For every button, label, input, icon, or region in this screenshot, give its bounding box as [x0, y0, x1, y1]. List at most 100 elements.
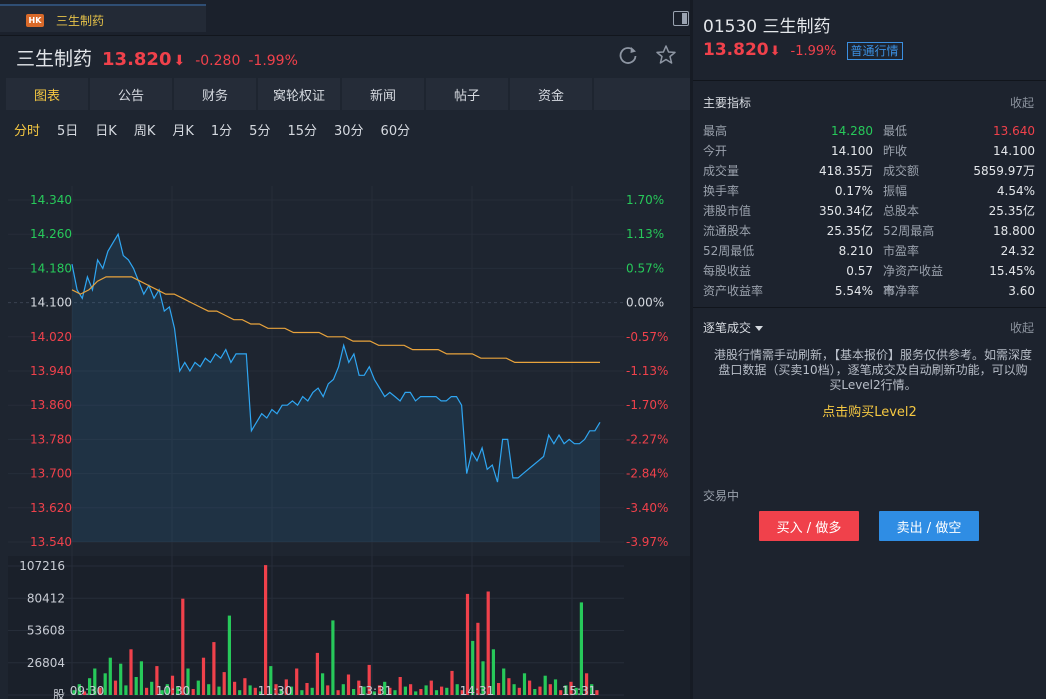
volume-tick-label: 80412 [27, 591, 65, 605]
time-tick-label: 11:30 [258, 684, 293, 698]
volume-bar [440, 686, 444, 695]
buy-level2-link[interactable]: 点击购买Level2 [693, 401, 1046, 420]
price-tick-label: 13.700 [30, 467, 72, 481]
nav-posts[interactable]: 帖子 [426, 78, 508, 110]
metric-value: 8.210 [838, 244, 873, 258]
divider [693, 80, 1046, 81]
quote-side-panel: 01530 三生制药 13.820 ⬇ -1.99% 普通行情 主要指标 收起 … [693, 0, 1046, 699]
metric-value: 350.34亿 [819, 204, 873, 218]
volume-bar [227, 615, 231, 695]
metric-value: 14.280 [831, 124, 873, 138]
metric-label: 总股本 [883, 204, 920, 218]
period-daily[interactable]: 日K [95, 120, 117, 139]
metric-row: 成交量 418.35万 成交额 5859.97万 [703, 161, 1035, 181]
buy-long-button[interactable]: 买入 / 做多 [759, 511, 859, 541]
side-down-arrow-icon: ⬇ [769, 44, 781, 59]
ticks-collapse-link[interactable]: 收起 [1010, 319, 1034, 336]
volume-bar [181, 598, 185, 695]
volume-bar [222, 672, 226, 695]
price-tick-label: 14.180 [30, 261, 72, 275]
volume-bar [134, 677, 138, 695]
period-1min[interactable]: 1分 [211, 120, 232, 139]
period-monthly[interactable]: 月K [172, 120, 194, 139]
quote-type-badge[interactable]: 普通行情 [846, 42, 903, 60]
metric-row: 流通股本 25.35亿 52周最高 18.800 [703, 221, 1035, 241]
percent-tick-label: -3.97% [626, 535, 668, 549]
volume-bar [108, 657, 112, 695]
period-60min[interactable]: 60分 [381, 120, 411, 139]
volume-bar [248, 685, 252, 695]
stock-code-title: 01530 三生制药 [703, 17, 831, 37]
ticks-section-title[interactable]: 逐笔成交 [703, 319, 764, 336]
volume-bar [336, 690, 340, 695]
nav-finance[interactable]: 财务 [174, 78, 256, 110]
star-favorite-icon[interactable] [655, 44, 677, 66]
volume-bar [538, 686, 542, 695]
volume-bar [352, 689, 356, 695]
period-weekly[interactable]: 周K [134, 120, 156, 139]
price-change-percent: -1.99% [248, 53, 298, 69]
price-tick-label: 14.100 [30, 296, 72, 310]
metric-label: 净资产收益率 [883, 264, 944, 298]
metric-label: 成交量 [703, 164, 740, 178]
volume-bar [455, 684, 459, 695]
tab-sansheng[interactable]: HK 三生制药 [0, 4, 206, 32]
volume-bar [305, 683, 309, 695]
metric-label: 最高 [703, 124, 728, 138]
volume-bar [150, 681, 154, 695]
nav-news[interactable]: 新闻 [342, 78, 424, 110]
metric-label: 每股收益 [703, 264, 752, 278]
volume-bar [191, 689, 195, 695]
tab-label: 三生制药 [56, 14, 105, 28]
period-5min[interactable]: 5分 [249, 120, 270, 139]
metric-row: 换手率 0.17% 振幅 4.54% [703, 181, 1035, 201]
period-5day[interactable]: 5日 [57, 120, 78, 139]
nav-spacer [594, 78, 690, 110]
metric-row: 每股收益 0.57 净资产收益率 15.45% [703, 261, 1035, 298]
metric-value: 13.640 [993, 124, 1035, 138]
volume-bar [145, 687, 149, 695]
metric-label: 最低 [883, 124, 908, 138]
time-tick-label: 10:30 [156, 684, 191, 698]
intraday-chart[interactable]: 14.340 1.70% 14.260 1.13% 14.180 0.57% 14.100 0… [0, 146, 690, 699]
nav-announcements[interactable]: 公告 [90, 78, 172, 110]
price-tick-label: 13.620 [30, 501, 72, 515]
ticks-title-label: 逐笔成交 [703, 321, 752, 335]
time-tick-label: 15:31 [562, 684, 597, 698]
side-price-row: 13.820 ⬇ -1.99% 普通行情 [703, 40, 903, 60]
metric-label: 振幅 [883, 184, 908, 198]
nav-warrants[interactable]: 窝轮权证 [258, 78, 340, 110]
last-price: 13.820 [102, 49, 172, 70]
period-15min[interactable]: 15分 [287, 120, 317, 139]
period-30min[interactable]: 30分 [334, 120, 364, 139]
volume-bar [497, 683, 501, 695]
price-tick-label: 14.020 [30, 330, 72, 344]
metric-label: 资产收益率 [703, 284, 764, 298]
time-tick-label: 13:31 [358, 684, 393, 698]
nav-chart[interactable]: 图表 [6, 78, 88, 110]
volume-bar [450, 670, 454, 695]
volume-bar [129, 649, 133, 695]
right-panel-toggle-icon[interactable] [673, 11, 689, 26]
percent-tick-label: 1.13% [626, 227, 664, 241]
sell-short-button[interactable]: 卖出 / 做空 [879, 511, 979, 541]
volume-bar [419, 689, 423, 695]
key-metrics-table: 最高 14.280 最低 13.640 今开 14.100 昨收 14.100 成交量 418.3… [703, 121, 1035, 301]
refresh-icon[interactable] [617, 44, 639, 66]
volume-bar [346, 674, 351, 695]
period-intraday[interactable]: 分时 [14, 120, 40, 139]
metrics-collapse-link[interactable]: 收起 [1010, 94, 1034, 111]
volume-bar [212, 642, 216, 695]
metric-label: 昨收 [883, 144, 908, 158]
metric-label: 市盈率 [883, 244, 920, 258]
volume-bar [543, 675, 547, 695]
volume-bar [517, 687, 521, 695]
metric-value: 24.32 [1000, 244, 1035, 258]
trading-status: 交易中 [703, 489, 740, 503]
volume-bar [196, 680, 200, 695]
volume-bar [207, 684, 211, 695]
time-tick-label: 14:31 [460, 684, 495, 698]
volume-bar [528, 680, 532, 695]
nav-capital[interactable]: 资金 [510, 78, 592, 110]
metric-value: 4.54% [996, 184, 1035, 198]
